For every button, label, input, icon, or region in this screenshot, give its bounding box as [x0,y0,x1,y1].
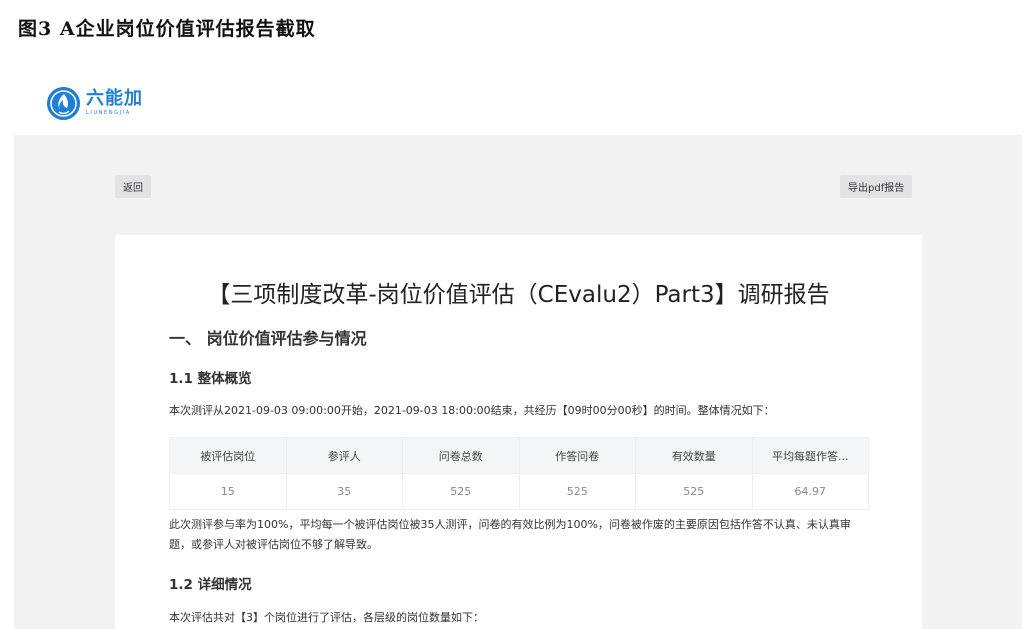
export-pdf-button[interactable]: 导出pdf报告 [840,175,913,198]
detail-text: 本次评估共对【3】个岗位进行了评估，各层级的岗位数量如下： [169,611,484,624]
brand-logo[interactable]: 六能加 LIUNENGJIA [47,85,143,121]
logo-name: 六能加 [86,88,143,109]
column-header: 被评估岗位 [169,437,287,474]
figure-caption: 图3 A企业岗位价值评估报告截取 [18,18,316,40]
column-header: 问卷总数 [402,437,520,474]
table-row: 15 35 525 525 525 64.97 [169,473,869,510]
detail-title: 1.2 详细情况 [169,577,252,593]
column-header: 作答问卷 [518,437,636,474]
report-viewer: 返回 导出pdf报告 【三项制度改革-岗位价值评估（CEvalu2）Part3】… [14,135,1022,629]
section-title: 一、 岗位价值评估参与情况 [169,329,367,348]
report-card: 【三项制度改革-岗位价值评估（CEvalu2）Part3】调研报告 一、 岗位价… [115,235,922,629]
overview-title: 1.1 整体概览 [169,371,252,387]
table-cell: 525 [518,473,636,510]
stats-table: 被评估岗位 参评人 问卷总数 作答问卷 有效数量 平均每题作答... 15 35… [169,437,869,510]
column-header: 参评人 [285,437,403,474]
logo-flame-icon [47,86,80,120]
column-header: 有效数量 [635,437,753,474]
table-cell: 64.97 [751,473,869,510]
overview-text: 本次测评从2021-09-03 09:00:00开始，2021-09-03 18… [169,404,775,417]
report-title: 【三项制度改革-岗位价值评估（CEvalu2）Part3】调研报告 [207,282,830,308]
table-cell: 525 [402,473,520,510]
column-header: 平均每题作答... [751,437,869,474]
table-cell: 525 [635,473,753,510]
table-header-row: 被评估岗位 参评人 问卷总数 作答问卷 有效数量 平均每题作答... [169,437,869,474]
table-cell: 35 [285,473,403,510]
logo-subtitle: LIUNENGJIA [86,110,131,116]
back-button[interactable]: 返回 [115,175,151,198]
summary-text: 此次测评参与率为100%，平均每一个被评估岗位被35人测评，问卷的有效比例为10… [169,518,851,551]
table-cell: 15 [169,473,287,510]
